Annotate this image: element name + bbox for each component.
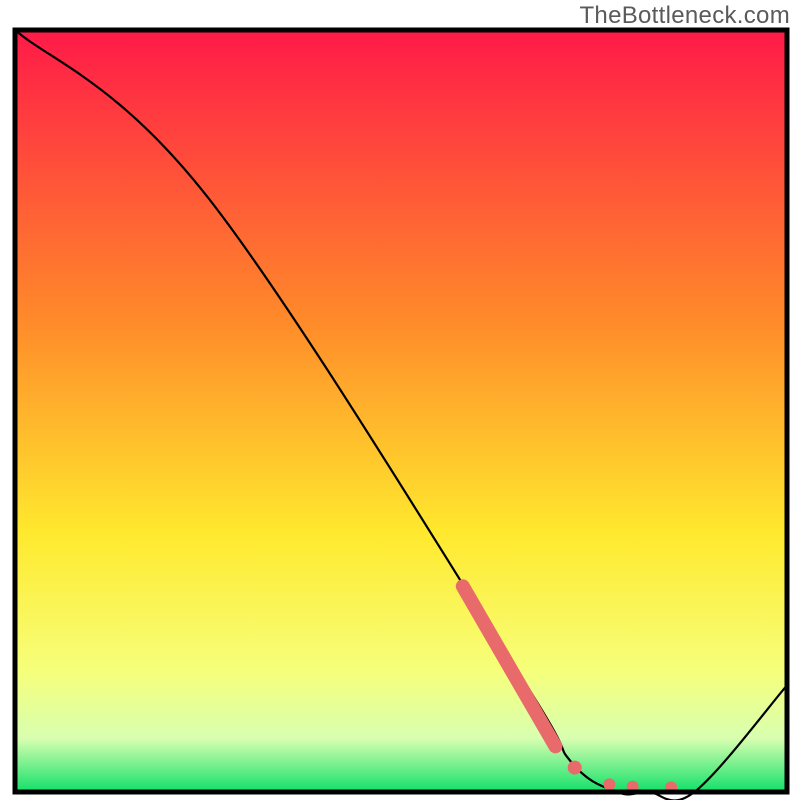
highlight-dot [603,778,615,790]
watermark-text: TheBottleneck.com [579,2,790,30]
highlight-dot [568,761,582,775]
chart-svg [0,0,800,800]
plot-background [15,30,787,792]
chart-container: TheBottleneck.com [0,0,800,800]
